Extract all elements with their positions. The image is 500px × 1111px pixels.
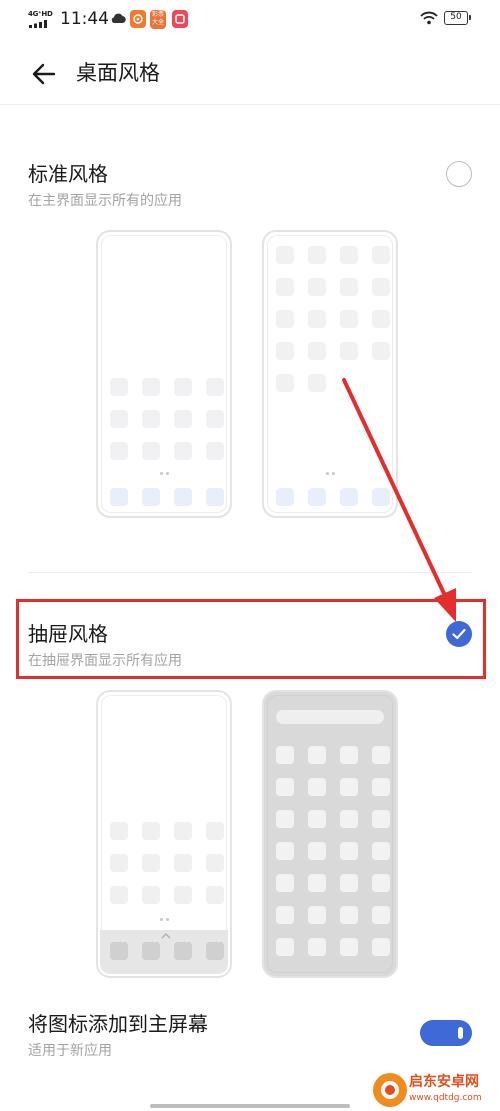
status-time: 11:44	[60, 9, 109, 29]
watermark-url: www.qdtdg.com	[409, 1093, 482, 1103]
toggle-knob	[458, 1027, 463, 1039]
status-bar: 4G⁺HD 11:44 彩票大全 50	[0, 0, 500, 38]
checkmark-icon	[452, 628, 466, 640]
watermark-logo-icon	[373, 1073, 407, 1107]
page-title: 桌面风格	[76, 61, 160, 85]
standard-style-preview-home	[96, 230, 232, 518]
watermark: 启东安卓网 www.qdtdg.com	[373, 1073, 495, 1109]
cloud-icon	[111, 13, 126, 24]
option-subtitle: 适用于新应用	[28, 1043, 112, 1059]
drawer-style-preview-drawer	[262, 690, 398, 978]
search-bar-placeholder	[276, 710, 384, 724]
add-to-home-toggle[interactable]	[420, 1020, 472, 1046]
option-subtitle: 在抽屉界面显示所有应用	[28, 653, 182, 669]
section-divider	[28, 572, 472, 573]
header: 桌面风格	[0, 44, 500, 104]
app-notification-badge: 彩票大全	[150, 10, 166, 29]
home-indicator[interactable]	[150, 1104, 350, 1108]
option-standard-style[interactable]: 标准风格 在主界面显示所有的应用	[28, 160, 182, 211]
drawer-style-preview-home	[96, 690, 232, 978]
option-title: 抽屉风格	[28, 622, 108, 646]
arrow-left-icon[interactable]	[28, 58, 60, 90]
chevron-up-icon	[161, 933, 171, 939]
option-title: 将图标添加到主屏幕	[28, 1012, 208, 1036]
standard-style-preview-apps	[262, 230, 398, 518]
battery-icon: 50	[444, 11, 471, 25]
option-subtitle: 在主界面显示所有的应用	[28, 193, 182, 209]
signal-icon: 4G⁺HD	[28, 10, 54, 28]
app-notification-badge	[172, 10, 188, 28]
header-divider	[0, 104, 500, 105]
drawer-bar	[100, 930, 228, 974]
drawer-style-radio[interactable]	[446, 621, 472, 647]
option-add-to-home: 将图标添加到主屏幕 适用于新应用	[28, 1010, 208, 1061]
option-title: 标准风格	[28, 162, 108, 186]
watermark-title: 启东安卓网	[409, 1074, 479, 1090]
option-drawer-style[interactable]: 抽屉风格 在抽屉界面显示所有应用	[28, 620, 182, 671]
standard-style-radio[interactable]	[446, 161, 472, 187]
app-notification-badge	[130, 10, 146, 28]
network-type: 4G⁺HD	[28, 10, 53, 18]
wifi-icon	[420, 11, 438, 25]
